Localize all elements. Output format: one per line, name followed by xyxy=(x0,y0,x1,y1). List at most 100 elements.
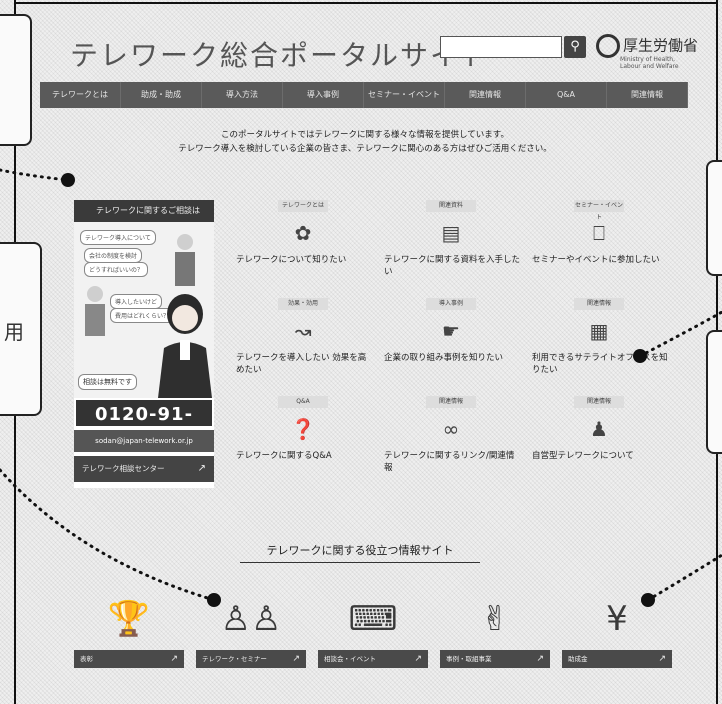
card-tag: 関連情報 xyxy=(574,298,624,310)
resource-bar: 相談会・イベント ↗ xyxy=(318,650,428,668)
card-tag: 効果・効用 xyxy=(278,298,328,310)
card-tag: テレワークとは xyxy=(278,200,328,212)
card-label: 利用できるサテライトオフィスを知りたい xyxy=(532,353,668,375)
resource-bar: 表彰 ↗ xyxy=(74,650,184,668)
email-address[interactable]: sodan@japan-telework.or.jp xyxy=(74,430,214,452)
audience-icon: ♙♙ xyxy=(220,599,282,639)
link-icon: ∞ xyxy=(442,417,460,441)
person-icon: ♟ xyxy=(590,417,608,441)
money-bag-icon: ¥ xyxy=(606,599,628,639)
resource-label: 表彰 xyxy=(80,655,93,663)
card-case-studies[interactable]: 導入事例 ☛ 企業の取り組み事例を知りたい xyxy=(378,294,524,384)
card-label: セミナーやイベントに参加したい xyxy=(532,255,660,265)
external-link-icon: ↗ xyxy=(658,654,666,664)
nav-item-qa[interactable]: Q&A xyxy=(526,82,607,108)
card-tag: セミナー・イベント xyxy=(574,200,624,221)
card-faq[interactable]: Q&A ❓ テレワークに関するQ&A xyxy=(230,392,376,482)
consultation-center-link[interactable]: テレワーク相談センター ↗ xyxy=(74,456,214,482)
card-label: テレワークに関する資料を入手したい xyxy=(384,255,521,277)
resource-label: テレワーク・セミナー xyxy=(202,655,267,663)
global-nav: テレワークとは 助成・助成 導入方法 導入事例 セミナー・イベント 関連情報 Q… xyxy=(40,82,688,108)
nav-item-seminar[interactable]: セミナー・イベント xyxy=(364,82,445,108)
woman-illustration xyxy=(85,286,105,336)
card-tag: Q&A xyxy=(278,396,328,408)
card-seminars[interactable]: セミナー・イベント ⎕ セミナーやイベントに参加したい xyxy=(526,196,672,286)
search-input[interactable] xyxy=(440,36,562,58)
center-link-label: テレワーク相談センター xyxy=(82,464,165,473)
external-link-icon: ↗ xyxy=(292,654,300,664)
callout-box-top-right xyxy=(706,160,722,276)
leaf-icon: ✿ xyxy=(294,221,312,245)
external-link-icon: ↗ xyxy=(536,654,544,664)
card-effects[interactable]: 効果・効用 ↝ テレワークを導入したい 効果を高めたい xyxy=(230,294,376,384)
nav-item-subsidy[interactable]: 助成・助成 xyxy=(121,82,202,108)
resource-subsidy[interactable]: ¥ 助成金 ↗ xyxy=(562,590,672,672)
megaphone-icon: ☛ xyxy=(442,319,460,343)
resource-events[interactable]: ⌨ 相談会・イベント ↗ xyxy=(318,590,428,672)
resource-seminar[interactable]: ♙♙ テレワーク・セミナー ↗ xyxy=(196,590,306,672)
card-label: 企業の取り組み事例を知りたい xyxy=(384,353,504,363)
businessman-illustration xyxy=(175,234,195,286)
resource-bar: 助成金 ↗ xyxy=(562,650,672,668)
free-consultation-caption: 相談は無料です xyxy=(78,374,137,390)
presentation-icon: ⎕ xyxy=(593,221,605,245)
card-self-employed[interactable]: 関連情報 ♟ 自営型テレワークについて xyxy=(526,392,672,482)
resource-label: 事例・取組事業 xyxy=(446,655,492,663)
site-title[interactable]: テレワーク総合ポータルサイト xyxy=(70,34,490,74)
speech-bubble: 導入したいけど xyxy=(110,294,163,309)
consultation-illustration: テレワーク導入について 会社の制度を検討 どうすればいいの？ 導入したいけど 費… xyxy=(74,222,214,398)
nav-item-info[interactable]: 関連情報 xyxy=(607,82,688,108)
nav-item-about[interactable]: テレワークとは xyxy=(40,82,121,108)
speech-bubble: どうすればいいの？ xyxy=(84,262,149,277)
search-icon[interactable]: ⚲ xyxy=(564,36,586,58)
resource-awards[interactable]: 🏆 表彰 ↗ xyxy=(74,590,184,672)
phone-number[interactable]: 0120-91-6479 xyxy=(74,398,214,455)
card-label: テレワークを導入したい 効果を高めたい xyxy=(236,353,367,375)
resource-bar: 事例・取組事業 ↗ xyxy=(440,650,550,668)
external-link-icon: ↗ xyxy=(414,654,422,664)
ministry-subtitle: Ministry of Health, Labour and Welfare xyxy=(620,56,679,70)
callout-box-top-left xyxy=(0,14,32,146)
ministry-name: 厚生労働省 xyxy=(623,36,699,55)
desk-worker-icon: ⌨ xyxy=(348,599,398,639)
nav-item-cases[interactable]: 導入事例 xyxy=(283,82,364,108)
chart-icon: ↝ xyxy=(294,319,312,343)
resource-label: 相談会・イベント xyxy=(324,655,376,663)
card-tag: 関連情報 xyxy=(426,396,476,408)
callout-box-mid-left: 用 xyxy=(0,242,42,416)
speech-bubble: 会社の制度を検討 xyxy=(84,248,143,263)
card-label: 自営型テレワークについて xyxy=(532,451,634,461)
nav-item-related[interactable]: 関連情報 xyxy=(445,82,526,108)
card-tag: 関連資料 xyxy=(426,200,476,212)
useful-sites-heading: テレワークに関する役立つ情報サイト xyxy=(266,544,454,557)
intro-text: このポータルサイトではテレワークに関する様々な情報を提供しています。 テレワーク… xyxy=(130,128,600,156)
callout-text-fragment: 用 xyxy=(4,320,24,344)
card-links[interactable]: 関連情報 ∞ テレワークに関するリンク/関連情報 xyxy=(378,392,524,482)
resource-projects[interactable]: ✌ 事例・取組事業 ↗ xyxy=(440,590,550,672)
resource-label: 助成金 xyxy=(568,655,588,663)
intro-line-1: このポータルサイトではテレワークに関する様々な情報を提供しています。 xyxy=(221,130,509,140)
ministry-logo[interactable]: 厚生労働省 xyxy=(596,34,698,58)
ministry-mark-icon xyxy=(596,34,620,58)
card-satellite-office[interactable]: 関連情報 ▦ 利用できるサテライトオフィスを知りたい xyxy=(526,294,672,384)
card-label: テレワークに関するQ&A xyxy=(236,451,332,461)
card-label: テレワークについて知りたい xyxy=(236,255,347,265)
card-tag: 関連情報 xyxy=(574,396,624,408)
card-materials[interactable]: 関連資料 ▤ テレワークに関する資料を入手したい xyxy=(378,196,524,286)
speech-bubble: テレワーク導入について xyxy=(80,230,156,245)
building-icon: ▦ xyxy=(589,319,609,343)
card-about-telework[interactable]: テレワークとは ✿ テレワークについて知りたい xyxy=(230,196,376,286)
useful-sites-row: 🏆 表彰 ↗ ♙♙ テレワーク・セミナー ↗ ⌨ 相談会・イベント ↗ ✌ 事例・取組… xyxy=(74,590,694,680)
frame-top-border xyxy=(14,2,718,4)
card-label: テレワークに関するリンク/関連情報 xyxy=(384,451,515,473)
question-icon: ❓ xyxy=(290,417,316,441)
external-link-icon: ↗ xyxy=(170,654,178,664)
heading-underline xyxy=(240,562,480,563)
callout-box-mid-right xyxy=(706,330,722,454)
intro-line-2: テレワーク導入を検討している企業の皆さま、テレワークに関心のある方はぜひご活用く… xyxy=(178,144,552,154)
site-header: テレワーク総合ポータルサイト ⚲ 厚生労働省 Ministry of Healt… xyxy=(40,22,698,74)
nav-item-method[interactable]: 導入方法 xyxy=(202,82,283,108)
consultation-sidebar: テレワークに関するご相談は テレワーク導入について 会社の制度を検討 どうすれば… xyxy=(74,200,214,488)
card-tag: 導入事例 xyxy=(426,298,476,310)
document-icon: ▤ xyxy=(441,221,461,245)
